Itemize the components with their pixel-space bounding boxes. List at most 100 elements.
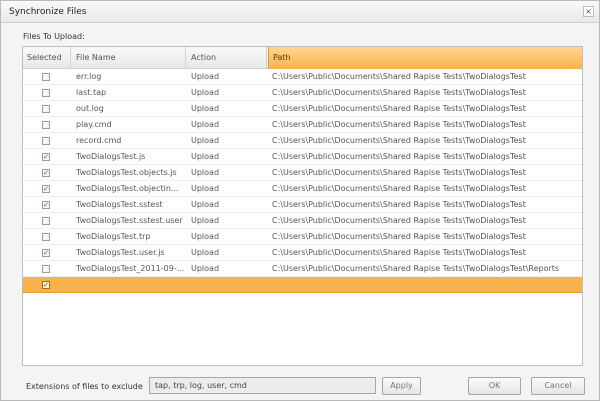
table-row[interactable]: record.cmd Upload C:\Users\Public\Document… xyxy=(23,133,582,149)
action-cell: Upload xyxy=(191,88,220,97)
path-cell: C:\Users\Public\Documents\Shared Rapise … xyxy=(272,216,526,225)
table-row[interactable]: out.log Upload C:\Users\Public\Documents\S… xyxy=(23,101,582,117)
table-row[interactable]: TwoDialogsTest_2011-09-... Upload C:\Users… xyxy=(23,261,582,277)
file-name-cell: last.tap xyxy=(76,88,107,97)
path-cell: C:\Users\Public\Documents\Shared Rapise … xyxy=(272,136,526,145)
extensions-exclude-input[interactable]: tap, trp, log, user, cmd xyxy=(149,377,376,394)
path-cell: C:\Users\Public\Documents\Shared Rapise … xyxy=(272,248,526,257)
grid-header: Selected File Name Action Path xyxy=(23,47,582,69)
selected-checkbox[interactable]: ✓ xyxy=(42,185,50,193)
table-row[interactable]: ✓ TwoDialogsTest.user.js Upload C:\Users\Pu… xyxy=(23,245,582,261)
column-header-action[interactable]: Action xyxy=(187,47,267,69)
action-cell: Upload xyxy=(191,216,220,225)
extensions-exclude-label: Extensions of files to exclude xyxy=(26,382,143,391)
table-row[interactable]: play.cmd Upload C:\Users\Public\Documents\… xyxy=(23,117,582,133)
file-name-cell: TwoDialogsTest_2011-09-... xyxy=(76,264,185,273)
selected-checkbox[interactable] xyxy=(42,89,50,97)
action-cell: Upload xyxy=(191,248,220,257)
selected-cell: ✓ xyxy=(23,149,71,165)
window-title: Synchronize Files xyxy=(9,7,87,17)
path-cell: C:\Users\Public\Documents\Shared Rapise … xyxy=(272,72,526,81)
selected-cell: ✓ xyxy=(23,181,71,197)
action-cell: Upload xyxy=(191,200,220,209)
ok-button[interactable]: OK xyxy=(468,377,521,395)
action-cell: Upload xyxy=(191,184,220,193)
path-cell: C:\Users\Public\Documents\Shared Rapise … xyxy=(272,104,526,113)
selected-cell xyxy=(23,213,71,229)
column-header-path[interactable]: Path xyxy=(268,47,582,69)
path-cell xyxy=(268,277,582,293)
selected-checkbox[interactable] xyxy=(42,233,50,241)
selected-checkbox[interactable]: ✓ xyxy=(42,281,50,289)
path-cell: C:\Users\Public\Documents\Shared Rapise … xyxy=(272,120,526,129)
file-name-cell: TwoDialogsTest.sstest.user xyxy=(76,216,183,225)
selected-cell: ✓ xyxy=(23,165,71,181)
title-bar: Synchronize Files × xyxy=(1,1,599,23)
file-name-cell: err.log xyxy=(76,72,102,81)
file-rows: err.log Upload C:\Users\Public\Documents\S… xyxy=(23,69,582,293)
selected-cell xyxy=(23,85,71,101)
file-name-cell: TwoDialogsTest.sstest xyxy=(76,200,163,209)
file-name-cell: play.cmd xyxy=(76,120,112,129)
table-row[interactable]: ✓ xyxy=(23,277,582,293)
file-name-cell: TwoDialogsTest.user.js xyxy=(76,248,165,257)
file-name-cell xyxy=(72,277,186,293)
action-cell: Upload xyxy=(191,104,220,113)
table-row[interactable]: last.tap Upload C:\Users\Public\Documents\… xyxy=(23,85,582,101)
selected-checkbox[interactable]: ✓ xyxy=(42,201,50,209)
table-row[interactable]: ✓ TwoDialogsTest.js Upload C:\Users\Public\… xyxy=(23,149,582,165)
selected-cell: ✓ xyxy=(23,245,71,261)
selected-cell xyxy=(23,101,71,117)
action-cell: Upload xyxy=(191,168,220,177)
synchronize-files-window: Synchronize Files × Files To Upload: Sel… xyxy=(0,0,600,401)
file-name-cell: TwoDialogsTest.objects.js xyxy=(76,168,177,177)
path-cell: C:\Users\Public\Documents\Shared Rapise … xyxy=(272,88,526,97)
selected-checkbox[interactable] xyxy=(42,73,50,81)
selected-checkbox[interactable]: ✓ xyxy=(42,153,50,161)
selected-cell: ✓ xyxy=(23,277,71,293)
action-cell: Upload xyxy=(191,72,220,81)
cancel-button[interactable]: Cancel xyxy=(531,377,585,395)
selected-cell xyxy=(23,229,71,245)
table-row[interactable]: ✓ TwoDialogsTest.objectin... Upload C:\User… xyxy=(23,181,582,197)
action-cell: Upload xyxy=(191,264,220,273)
file-name-cell: out.log xyxy=(76,104,104,113)
files-to-upload-label: Files To Upload: xyxy=(23,32,85,41)
path-cell: C:\Users\Public\Documents\Shared Rapise … xyxy=(272,152,526,161)
column-header-file-name[interactable]: File Name xyxy=(72,47,186,69)
file-name-cell: TwoDialogsTest.trp xyxy=(76,232,151,241)
selected-cell xyxy=(23,69,71,85)
selected-checkbox[interactable] xyxy=(42,265,50,273)
file-name-cell: record.cmd xyxy=(76,136,122,145)
action-cell: Upload xyxy=(191,152,220,161)
column-header-selected[interactable]: Selected xyxy=(23,47,71,69)
action-cell: Upload xyxy=(191,136,220,145)
file-name-cell: TwoDialogsTest.js xyxy=(76,152,146,161)
selected-checkbox[interactable] xyxy=(42,137,50,145)
selected-cell xyxy=(23,261,71,277)
path-cell: C:\Users\Public\Documents\Shared Rapise … xyxy=(272,232,526,241)
selected-cell xyxy=(23,117,71,133)
path-cell: C:\Users\Public\Documents\Shared Rapise … xyxy=(272,200,526,209)
close-button[interactable]: × xyxy=(583,6,594,17)
selected-checkbox[interactable]: ✓ xyxy=(42,249,50,257)
selected-cell xyxy=(23,133,71,149)
selected-cell: ✓ xyxy=(23,197,71,213)
selected-checkbox[interactable] xyxy=(42,217,50,225)
selected-checkbox[interactable] xyxy=(42,121,50,129)
files-grid: Selected File Name Action Path err.log Up… xyxy=(22,46,583,366)
table-row[interactable]: TwoDialogsTest.sstest.user Upload C:\Users… xyxy=(23,213,582,229)
action-cell: Upload xyxy=(191,232,220,241)
table-row[interactable]: TwoDialogsTest.trp Upload C:\Users\Public\… xyxy=(23,229,582,245)
table-row[interactable]: ✓ TwoDialogsTest.sstest Upload C:\Users\Pub… xyxy=(23,197,582,213)
apply-button[interactable]: Apply xyxy=(382,377,421,395)
path-cell: C:\Users\Public\Documents\Shared Rapise … xyxy=(272,184,526,193)
path-cell: C:\Users\Public\Documents\Shared Rapise … xyxy=(272,264,560,273)
table-row[interactable]: err.log Upload C:\Users\Public\Documents\S… xyxy=(23,69,582,85)
selected-checkbox[interactable] xyxy=(42,105,50,113)
selected-checkbox[interactable]: ✓ xyxy=(42,169,50,177)
action-cell xyxy=(187,277,267,293)
table-row[interactable]: ✓ TwoDialogsTest.objects.js Upload C:\Users… xyxy=(23,165,582,181)
action-cell: Upload xyxy=(191,120,220,129)
path-cell: C:\Users\Public\Documents\Shared Rapise … xyxy=(272,168,526,177)
